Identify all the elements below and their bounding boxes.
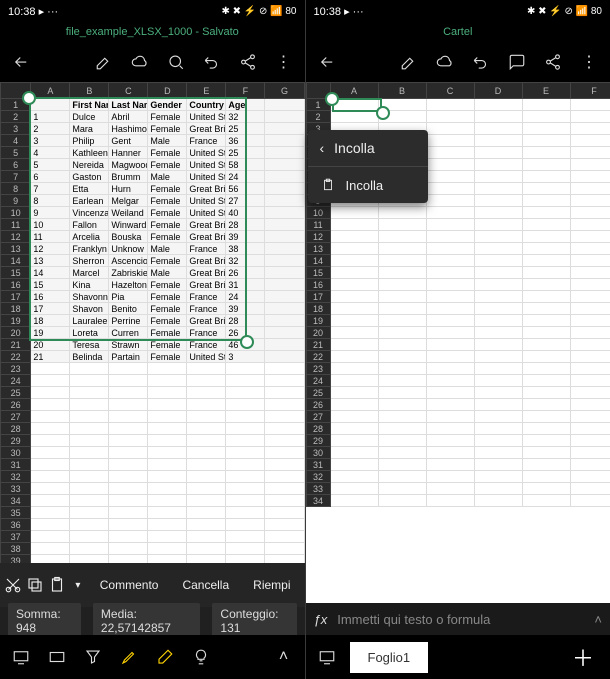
context-strip: ▾ Commento Cancella Riempi: [0, 563, 305, 607]
edit-icon[interactable]: [87, 45, 121, 79]
status-bar-r: 10:38 ▸ ··· ✱ ✖ ⚡ ⊘ 📶 80: [306, 0, 610, 22]
bottom-bar: ˄: [0, 635, 305, 679]
paste-icon-menu: [320, 177, 336, 193]
doc-title-r: Cartel: [306, 22, 610, 42]
selection-handle-tl-r[interactable]: [325, 92, 339, 106]
selection-handle-br-r[interactable]: [376, 106, 390, 120]
device-icon[interactable]: [4, 640, 38, 674]
cut-icon[interactable]: [4, 571, 22, 599]
selection-handle-br[interactable]: [240, 335, 254, 349]
paste-icon[interactable]: [48, 571, 66, 599]
status-time-r: 10:38: [314, 6, 342, 18]
spreadsheet[interactable]: ABCDEFG1First NamLast NamGenderCountryAg…: [0, 82, 305, 563]
left-panel: 10:38 ▸ ··· ✱ ✖ ⚡ ⊘ 📶 80 file_example_XL…: [0, 0, 306, 679]
cloud-icon-r[interactable]: [428, 45, 462, 79]
stats-bar: Somma: 948 Media: 22,57142857 Conteggio:…: [0, 607, 305, 635]
context-menu: ‹ Incolla Incolla: [308, 130, 428, 203]
toolbar: ⋮: [0, 42, 305, 82]
context-menu-item-label: Incolla: [346, 178, 384, 193]
spreadsheet-r[interactable]: ABCDEF1234567891011121314151617181920212…: [306, 82, 610, 603]
status-icons: ✱ ✖ ⚡ ⊘ 📶 80: [221, 6, 296, 17]
back-button[interactable]: [4, 45, 38, 79]
status-icons-r: ✱ ✖ ⚡ ⊘ 📶 80: [527, 6, 602, 17]
fx-icon: ƒx: [314, 612, 328, 627]
highlight-icon[interactable]: [112, 640, 146, 674]
add-sheet-button[interactable]: ＋: [560, 641, 606, 673]
search-icon[interactable]: [159, 45, 193, 79]
undo-icon-r[interactable]: [464, 45, 498, 79]
back-button-r[interactable]: [310, 45, 344, 79]
overflow-icon-r[interactable]: ⋮: [572, 45, 606, 79]
card-icon[interactable]: [40, 640, 74, 674]
cancella-button[interactable]: Cancella: [172, 578, 239, 592]
riempi-button[interactable]: Riempi: [243, 578, 300, 592]
copy-icon[interactable]: [26, 571, 44, 599]
edit-icon-r[interactable]: [392, 45, 426, 79]
chevron-up-icon-r[interactable]: ˄: [594, 612, 602, 627]
share-icon-r[interactable]: [536, 45, 570, 79]
filter-icon[interactable]: [76, 640, 110, 674]
context-menu-incolla[interactable]: Incolla: [308, 167, 428, 203]
formula-bar[interactable]: ƒx Immetti qui testo o formula ˄: [306, 603, 610, 635]
status-time: 10:38: [8, 6, 36, 18]
status-indicator: ▸ ···: [39, 6, 59, 18]
doc-title: file_example_XLSX_1000 - Salvato: [0, 22, 305, 42]
chevron-down-icon[interactable]: ▾: [70, 571, 86, 599]
eraser-icon[interactable]: [148, 640, 182, 674]
stat-conteggio: Conteggio: 131: [212, 603, 296, 639]
status-indicator-r: ▸ ···: [344, 6, 364, 18]
toolbar-r: ⋮: [306, 42, 610, 82]
selection-handle-tl[interactable]: [22, 91, 36, 105]
right-panel: 10:38 ▸ ··· ✱ ✖ ⚡ ⊘ 📶 80 Cartel ⋮ ABCDEF…: [306, 0, 610, 679]
sheet-tabs: Foglio1 ＋: [306, 635, 610, 679]
comment-icon-r[interactable]: [500, 45, 534, 79]
context-menu-header[interactable]: ‹ Incolla: [308, 130, 428, 167]
bulb-icon[interactable]: [184, 640, 218, 674]
sheets-list-icon[interactable]: [310, 640, 344, 674]
overflow-icon[interactable]: ⋮: [267, 45, 301, 79]
context-menu-title: Incolla: [334, 140, 374, 156]
share-icon[interactable]: [231, 45, 265, 79]
undo-icon[interactable]: [195, 45, 229, 79]
formula-input[interactable]: Immetti qui testo o formula: [337, 612, 584, 627]
sheet-tab-foglio1[interactable]: Foglio1: [350, 642, 429, 673]
stat-media: Media: 22,57142857: [93, 603, 201, 639]
cloud-icon[interactable]: [123, 45, 157, 79]
status-bar: 10:38 ▸ ··· ✱ ✖ ⚡ ⊘ 📶 80: [0, 0, 305, 22]
stat-somma: Somma: 948: [8, 603, 81, 639]
chevron-up-icon[interactable]: ˄: [267, 640, 301, 674]
commento-button[interactable]: Commento: [90, 578, 169, 592]
